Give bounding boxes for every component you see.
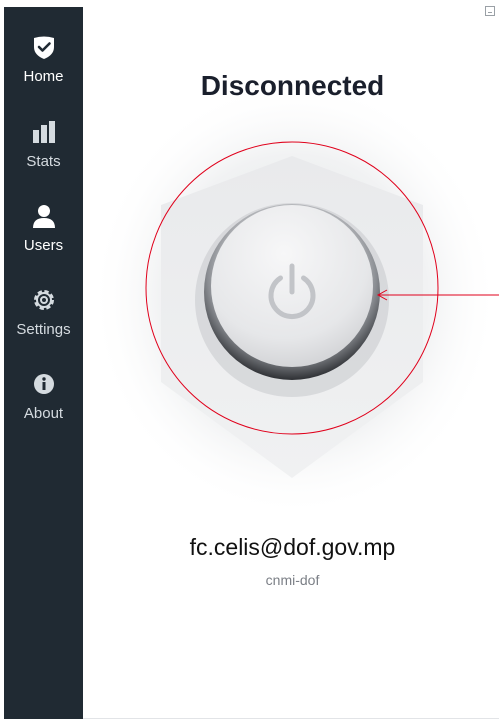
nav-label-users: Users — [23, 237, 64, 254]
user-icon — [33, 205, 55, 228]
bar-chart-icon — [33, 121, 55, 143]
minimize-button[interactable] — [485, 6, 495, 16]
info-icon — [34, 374, 54, 394]
nav-item-stats[interactable]: Stats — [4, 119, 83, 191]
nav-label-stats: Stats — [26, 153, 61, 170]
nav-label-home: Home — [23, 68, 64, 85]
vpn-client-window: Home Stats Users Settings About Disconne… — [0, 0, 499, 721]
gear-icon — [34, 290, 54, 310]
nav-label-settings: Settings — [16, 321, 71, 338]
nav-label-about: About — [23, 405, 64, 422]
shield-check-icon — [34, 36, 54, 59]
account-email: fc.celis@dof.gov.mp — [189, 534, 396, 560]
power-button[interactable] — [211, 205, 373, 367]
connection-status-title: Disconnected — [200, 70, 385, 101]
connect-control — [90, 100, 499, 540]
sidebar-nav: Home Stats Users Settings About — [4, 7, 83, 719]
nav-item-about[interactable]: About — [4, 371, 83, 443]
window-bottom-border — [83, 718, 499, 719]
nav-item-home[interactable]: Home — [4, 34, 83, 106]
nav-item-users[interactable]: Users — [4, 203, 83, 275]
nav-item-settings[interactable]: Settings — [4, 287, 83, 359]
organization-name: cnmi-dof — [265, 572, 320, 588]
